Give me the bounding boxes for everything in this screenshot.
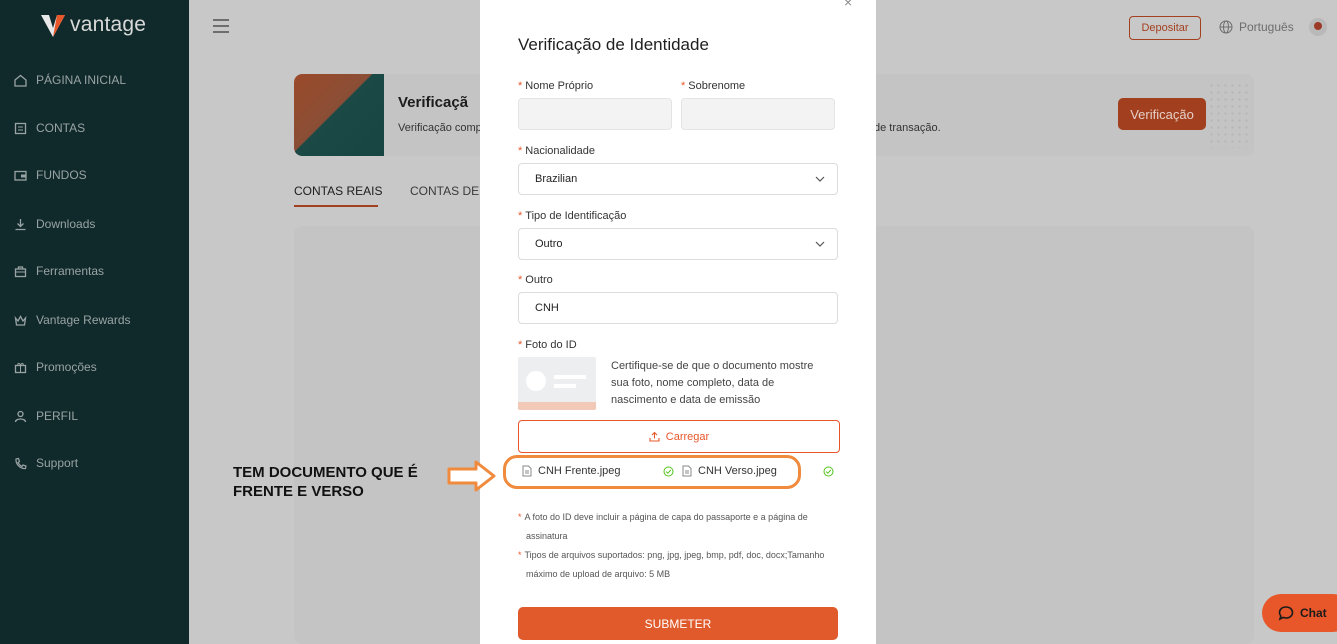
avatar[interactable]: [1309, 18, 1327, 36]
sidebar-item-home[interactable]: PÁGINA INICIAL: [14, 73, 126, 87]
vantage-logo-icon: [41, 15, 65, 37]
last-name-label: * Sobrenome: [681, 80, 746, 92]
note-item: * Tipos de arquivos suportados: png, jpg,…: [518, 550, 825, 579]
sidebar-item-label: Downloads: [36, 217, 96, 231]
submit-button[interactable]: SUBMETER: [518, 607, 838, 640]
deposit-button[interactable]: Depositar: [1129, 16, 1201, 40]
globe-icon: [1219, 20, 1233, 34]
download-icon: [15, 218, 26, 230]
funds-icon: [14, 170, 27, 181]
id-type-value: Outro: [535, 238, 563, 250]
annotation-line: TEM DOCUMENTO QUE É: [233, 464, 418, 481]
sidebar-item-downloads[interactable]: Downloads: [14, 217, 95, 231]
annotation-arrow-icon: [447, 460, 496, 492]
sidebar-item-label: Support: [36, 456, 79, 470]
verification-button[interactable]: Verificação: [1118, 98, 1206, 130]
chevron-down-icon: [815, 176, 825, 182]
upload-button[interactable]: Carregar: [518, 420, 840, 453]
tab-real-accounts[interactable]: CONTAS REAIS: [294, 184, 382, 198]
sidebar-item-label: CONTAS: [36, 121, 86, 135]
first-name-label: * Nome Próprio: [518, 80, 594, 92]
sidebar-item-support[interactable]: Support: [14, 456, 78, 470]
support-icon: [15, 457, 27, 469]
chat-button[interactable]: Chat: [1262, 594, 1337, 632]
banner-subtitle: Verificação comp: [398, 122, 482, 134]
language-label: Português: [1239, 20, 1294, 34]
note-item: * A foto do ID deve incluir a página de c…: [518, 512, 808, 541]
accounts-icon: [14, 122, 27, 134]
chat-icon: [1278, 606, 1294, 621]
tools-icon: [14, 265, 27, 277]
sidebar-item-promotions[interactable]: Promoções: [14, 360, 97, 374]
nationality-label: * Nacionalidade: [518, 145, 595, 157]
annotation-line: FRENTE E VERSO: [233, 483, 364, 500]
banner-subtitle-end: de transação.: [874, 122, 941, 134]
upload-notes: * A foto do ID deve incluir a página de c…: [518, 508, 838, 584]
first-name-field[interactable]: [518, 98, 672, 130]
sidebar-item-label: Promoções: [36, 360, 97, 374]
check-circle-icon: [823, 466, 834, 477]
banner-dots-decoration: [1208, 82, 1248, 148]
upload-icon: [649, 431, 660, 442]
sidebar-item-label: Vantage Rewards: [36, 313, 131, 327]
photo-label: * Foto do ID: [518, 339, 577, 351]
nationality-select[interactable]: Brazilian: [518, 163, 838, 195]
id-sample-image: [518, 357, 596, 410]
other-value: CNH: [535, 302, 559, 314]
gift-icon: [14, 362, 27, 373]
modal-title: Verificação de Identidade: [518, 35, 709, 54]
sidebar-item-funds[interactable]: FUNDOS: [14, 168, 87, 182]
crown-icon: [14, 314, 27, 326]
brand-logo[interactable]: vantage: [40, 12, 146, 38]
sidebar: vantage PÁGINA INICIAL CONTAS FUNDOS Dow…: [0, 0, 189, 644]
language-selector[interactable]: Português: [1219, 20, 1294, 34]
sidebar-item-label: FUNDOS: [36, 168, 87, 182]
annotation-text: TEM DOCUMENTO QUE É FRENTE E VERSO: [233, 463, 443, 501]
banner-illustration: [294, 74, 384, 156]
sidebar-item-accounts[interactable]: CONTAS: [14, 121, 85, 135]
last-name-field[interactable]: [681, 98, 835, 130]
id-type-select[interactable]: Outro: [518, 228, 838, 260]
sidebar-item-label: PERFIL: [36, 409, 79, 423]
brand-name: vantage: [70, 13, 147, 36]
photo-description: Certifique-se de que o documento mostre …: [611, 360, 814, 406]
id-type-label: * Tipo de Identificação: [518, 210, 627, 222]
chevron-down-icon: [815, 241, 825, 247]
sidebar-item-rewards[interactable]: Vantage Rewards: [14, 313, 131, 327]
banner-title: Verificaçã: [398, 94, 469, 111]
other-field[interactable]: CNH: [518, 292, 838, 324]
other-label: * Outro: [518, 274, 553, 286]
nationality-value: Brazilian: [535, 173, 578, 185]
profile-icon: [14, 410, 27, 422]
close-icon[interactable]: ×: [844, 0, 852, 10]
menu-toggle-icon[interactable]: [213, 19, 229, 33]
active-tab-indicator: [294, 205, 378, 207]
home-icon: [14, 74, 27, 87]
sidebar-item-profile[interactable]: PERFIL: [14, 409, 78, 423]
chat-label: Chat: [1300, 606, 1327, 620]
annotation-highlight-box: [503, 455, 801, 489]
sidebar-item-label: PÁGINA INICIAL: [36, 73, 127, 87]
sidebar-item-label: Ferramentas: [36, 264, 105, 278]
tab-demo-accounts[interactable]: CONTAS DE D: [410, 184, 491, 198]
sidebar-item-tools[interactable]: Ferramentas: [14, 264, 104, 278]
identity-verification-modal: × Verificação de Identidade * Nome Própri…: [480, 0, 876, 644]
upload-label: Carregar: [665, 430, 710, 443]
